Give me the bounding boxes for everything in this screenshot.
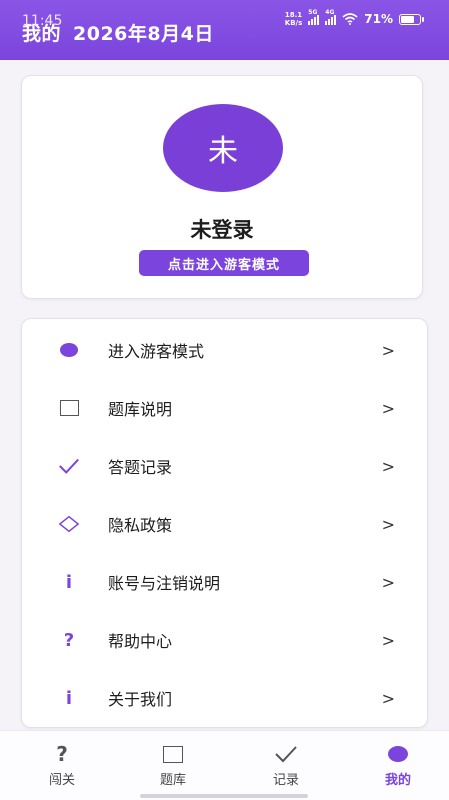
menu-item-about-us[interactable]: i 关于我们 > [22,669,427,727]
signal-5g-icon: 5G [308,9,320,25]
tab-label: 记录 [272,773,299,788]
info-icon: i [65,571,73,593]
menu-item-label: 帮助中心 [108,632,173,651]
check-icon [274,743,298,765]
menu-item-answer-records[interactable]: 答题记录 > [22,437,427,495]
question-icon: ? [63,629,75,651]
tab-mine[interactable]: 我的 [342,731,449,793]
login-status: 未登录 [190,218,254,242]
menu-item-label: 进入游客模式 [108,342,205,361]
signal-4g-label: 4G [325,9,335,16]
chevron-right-icon: > [381,630,395,650]
info-icon: i [65,687,73,709]
square-icon [161,743,185,765]
avatar-text: 未 [208,134,238,169]
menu-item-label: 题库说明 [108,400,173,419]
square-icon [58,397,80,419]
menu-item-label: 关于我们 [108,690,173,709]
tab-label: 题库 [159,773,186,788]
chevron-right-icon: > [381,340,395,360]
home-indicator [140,794,308,798]
tab-question-bank[interactable]: 题库 [117,731,229,793]
menu-item-question-bank-info[interactable]: 题库说明 > [22,379,427,437]
question-icon: ? [56,742,68,766]
tab-levels[interactable]: ? 闯关 [6,731,118,793]
app-header: 11:45 我的 2026年8月4日 18.1 KB/s 5G 4G 71% [0,0,449,60]
network-speed-value: 18.1 [284,11,303,19]
menu-item-label: 答题记录 [108,458,173,477]
menu-item-account-deletion[interactable]: i 账号与注销说明 > [22,553,427,611]
signal-5g-label: 5G [308,9,318,16]
chevron-right-icon: > [381,398,395,418]
menu-item-guest-mode[interactable]: 进入游客模式 > [22,321,427,379]
chevron-right-icon: > [381,688,395,708]
filled-circle-icon [386,743,410,765]
signal-4g-icon: 4G [325,9,337,25]
profile-card: 未 未登录 点击进入游客模式 [21,75,423,299]
avatar[interactable]: 未 [163,104,283,192]
network-speed: 18.1 KB/s [285,11,302,27]
wifi-icon [342,13,358,25]
tab-records[interactable]: 记录 [230,731,342,793]
header-date: 2026年8月4日 [73,23,214,45]
diamond-icon [58,513,80,535]
network-speed-unit: KB/s [284,19,303,27]
menu-item-help-center[interactable]: ? 帮助中心 > [22,611,427,669]
menu-item-label: 隐私政策 [108,516,173,535]
check-icon [58,455,80,477]
filled-circle-icon [58,339,80,361]
menu-card: 进入游客模式 > 题库说明 > 答题记录 > 隐私政策 > i 账号与注销说明 … [21,318,428,728]
chevron-right-icon: > [381,514,395,534]
bottom-nav: ? 闯关 题库 记录 我的 [0,730,449,800]
battery-icon [399,13,424,25]
page-title: 我的 2026年8月4日 [22,19,214,46]
battery-percent: 71% [364,12,393,26]
enter-guest-mode-button[interactable]: 点击进入游客模式 [139,250,309,276]
battery-fill [401,15,414,23]
tab-label: 闯关 [48,773,75,788]
menu-item-privacy-policy[interactable]: 隐私政策 > [22,495,427,553]
status-icons: 18.1 KB/s 5G 4G 71% [285,9,424,27]
tab-label: 我的 [384,773,411,788]
page-title-text: 我的 [22,23,62,45]
menu-item-label: 账号与注销说明 [108,574,221,593]
chevron-right-icon: > [381,456,395,476]
chevron-right-icon: > [381,572,395,592]
